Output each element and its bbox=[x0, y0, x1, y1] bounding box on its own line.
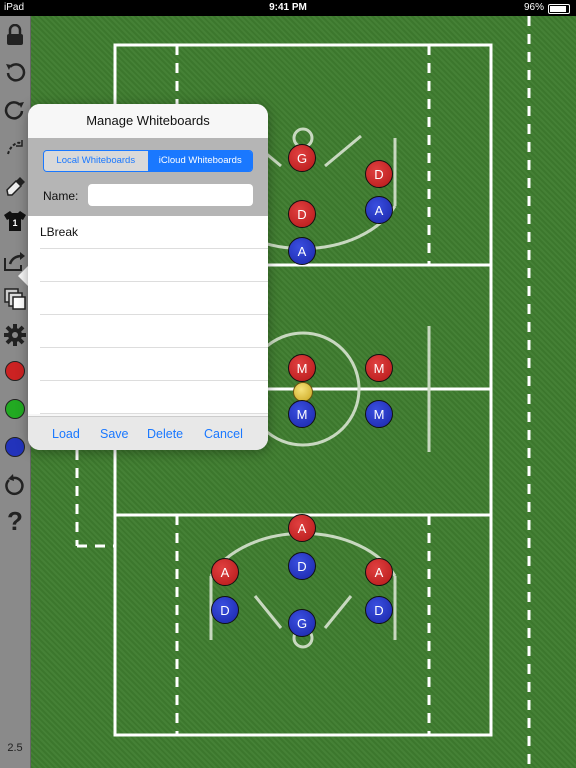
blue-player-tool[interactable] bbox=[0, 432, 30, 462]
segment-local-whiteboards[interactable]: Local Whiteboards bbox=[44, 151, 149, 171]
player-marker[interactable]: G bbox=[288, 144, 316, 172]
player-marker[interactable]: D bbox=[365, 160, 393, 188]
list-item[interactable] bbox=[40, 282, 268, 315]
player-marker[interactable]: M bbox=[288, 354, 316, 382]
list-item[interactable] bbox=[40, 315, 268, 348]
load-button[interactable]: Load bbox=[52, 427, 80, 441]
gear-icon[interactable] bbox=[0, 320, 30, 350]
player-marker[interactable]: A bbox=[288, 514, 316, 542]
list-item[interactable] bbox=[40, 381, 268, 414]
dialog-header: Local Whiteboards iCloud Whiteboards Nam… bbox=[28, 138, 268, 216]
player-marker[interactable]: A bbox=[365, 558, 393, 586]
delete-button[interactable]: Delete bbox=[147, 427, 183, 441]
red-player-tool[interactable] bbox=[0, 356, 30, 386]
cancel-button[interactable]: Cancel bbox=[204, 427, 243, 441]
player-marker[interactable]: A bbox=[288, 237, 316, 265]
dialog-title: Manage Whiteboards bbox=[28, 104, 268, 139]
player-marker[interactable]: M bbox=[365, 400, 393, 428]
battery-percent: 96% bbox=[523, 2, 544, 13]
list-item[interactable] bbox=[40, 249, 268, 282]
lock-icon[interactable] bbox=[0, 20, 30, 50]
list-item[interactable]: LBreak bbox=[40, 216, 268, 249]
ball[interactable] bbox=[293, 382, 313, 402]
name-label: Name: bbox=[43, 189, 79, 203]
jersey-number: 1 bbox=[12, 218, 17, 228]
rotate-icon[interactable] bbox=[0, 470, 30, 500]
whiteboards-icon[interactable] bbox=[0, 284, 30, 314]
segment-icloud-whiteboards[interactable]: iCloud Whiteboards bbox=[148, 151, 252, 171]
blue-dot-icon bbox=[5, 437, 25, 457]
battery-icon bbox=[548, 4, 570, 14]
name-input[interactable] bbox=[88, 184, 253, 206]
toolbar: 1 ? 2.5 bbox=[0, 16, 31, 768]
player-marker[interactable]: M bbox=[288, 400, 316, 428]
red-dot-icon bbox=[5, 361, 25, 381]
popover-arrow bbox=[18, 266, 28, 286]
undo-icon[interactable] bbox=[0, 58, 30, 88]
whiteboard-list: LBreak bbox=[28, 216, 268, 414]
player-marker[interactable]: A bbox=[365, 196, 393, 224]
eraser-icon[interactable] bbox=[0, 170, 30, 200]
green-dot-icon bbox=[5, 399, 25, 419]
player-marker[interactable]: G bbox=[288, 609, 316, 637]
dialog-footer: Load Save Delete Cancel bbox=[28, 416, 268, 450]
version-label: 2.5 bbox=[7, 742, 23, 754]
player-marker[interactable]: D bbox=[211, 596, 239, 624]
lasso-icon[interactable] bbox=[0, 132, 30, 162]
jersey-icon[interactable]: 1 bbox=[0, 206, 30, 236]
help-icon[interactable]: ? bbox=[0, 506, 30, 536]
status-bar: iPad 9:41 PM 96% bbox=[0, 0, 576, 16]
player-marker[interactable]: A bbox=[211, 558, 239, 586]
list-item[interactable] bbox=[40, 348, 268, 381]
manage-whiteboards-dialog: Manage Whiteboards Local Whiteboards iCl… bbox=[28, 104, 268, 450]
redo-icon[interactable] bbox=[0, 96, 30, 126]
clock: 9:41 PM bbox=[269, 2, 307, 13]
player-marker[interactable]: D bbox=[365, 596, 393, 624]
storage-segmented-control: Local Whiteboards iCloud Whiteboards bbox=[43, 150, 253, 172]
player-marker[interactable]: D bbox=[288, 552, 316, 580]
save-button[interactable]: Save bbox=[100, 427, 129, 441]
player-marker[interactable]: M bbox=[365, 354, 393, 382]
green-player-tool[interactable] bbox=[0, 394, 30, 424]
player-marker[interactable]: D bbox=[288, 200, 316, 228]
